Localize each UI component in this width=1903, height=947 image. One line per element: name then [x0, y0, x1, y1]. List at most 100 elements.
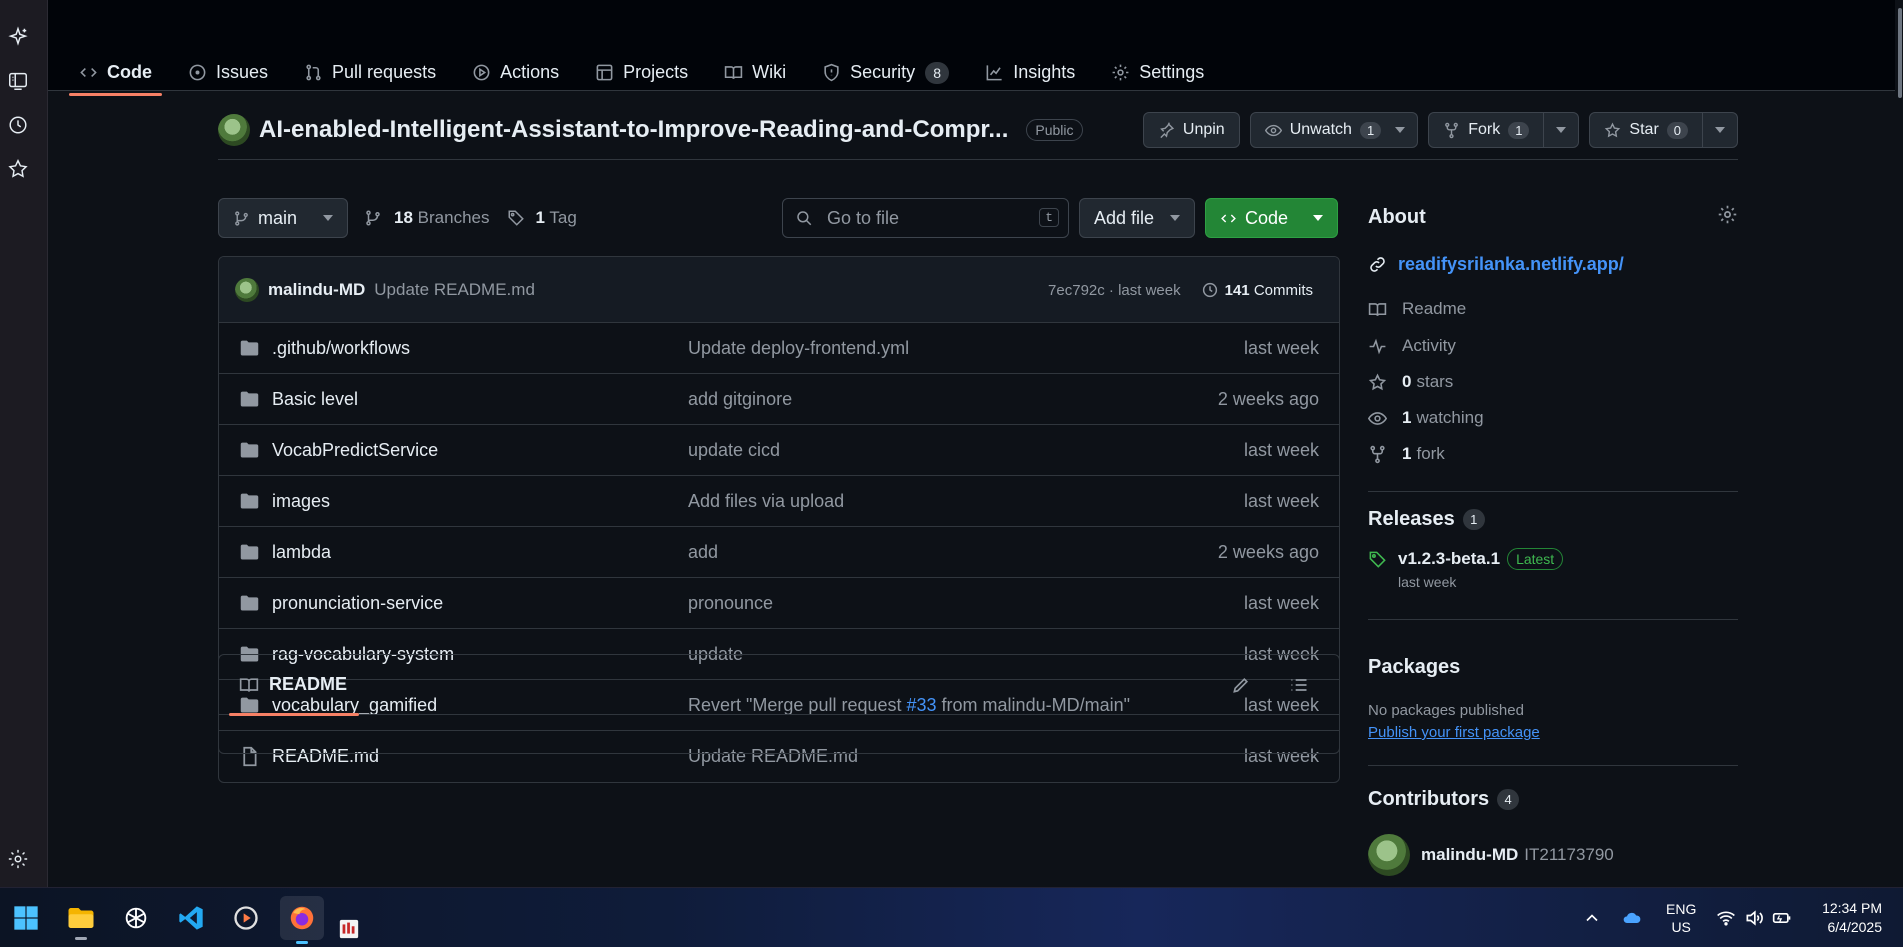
language-code: ENG — [1666, 901, 1697, 917]
tab-code[interactable]: Code — [69, 50, 162, 96]
history-icon[interactable] — [7, 114, 29, 136]
file-name[interactable]: VocabPredictService — [272, 440, 438, 461]
folder-icon — [240, 595, 259, 611]
file-date: last week — [1243, 592, 1319, 613]
tab-pull-requests[interactable]: Pull requests — [295, 50, 445, 95]
vscode-icon[interactable] — [173, 900, 209, 936]
wifi-icon — [1717, 911, 1735, 926]
file-name[interactable]: lambda — [272, 542, 331, 563]
sidebar-settings-icon[interactable] — [7, 848, 29, 870]
branch-selector[interactable]: main — [218, 198, 348, 238]
windows-start-icon[interactable] — [8, 900, 44, 936]
packages-heading[interactable]: Packages — [1368, 656, 1460, 679]
file-name[interactable]: images — [272, 491, 330, 512]
avatar[interactable] — [1368, 834, 1410, 876]
file-date: 2 weeks ago — [1217, 541, 1319, 562]
unpin-button[interactable]: Unpin — [1142, 112, 1240, 148]
file-commit-message[interactable]: update cicd — [688, 440, 780, 461]
tabs-sidebar-icon[interactable] — [7, 70, 29, 92]
owner-avatar[interactable] — [218, 114, 250, 146]
tab-actions[interactable]: Actions — [463, 50, 568, 95]
file-commit-message[interactable]: add — [688, 542, 718, 563]
commit-author[interactable]: malindu-MD — [268, 280, 365, 300]
table-row: VocabPredictService update cicd last wee… — [219, 425, 1339, 476]
star-dropdown[interactable] — [1702, 113, 1737, 147]
file-commit-message[interactable]: pronounce — [688, 593, 773, 614]
commit-message[interactable]: Update README.md — [374, 280, 535, 300]
releases-heading[interactable]: Releases 1 — [1368, 508, 1485, 531]
contributor-item[interactable]: malindu-MD IT21173790 — [1368, 834, 1614, 876]
chevron-down-icon — [1715, 127, 1725, 133]
media-player-icon[interactable] — [228, 900, 264, 936]
watching-link[interactable]: 1 watching — [1368, 408, 1484, 428]
stars-link[interactable]: 0 stars — [1368, 372, 1453, 392]
file-name[interactable]: Basic level — [272, 389, 358, 410]
repo-name[interactable]: AI-enabled-Intelligent-Assistant-to-Impr… — [259, 116, 1008, 144]
folder-icon — [240, 340, 259, 356]
add-file-button[interactable]: Add file — [1079, 198, 1195, 238]
outline-list-icon[interactable] — [1289, 675, 1309, 695]
commits-link[interactable]: 141 Commits — [1201, 281, 1313, 299]
readme-link[interactable]: Readme — [1368, 299, 1466, 319]
scrollbar-thumb[interactable] — [1898, 8, 1902, 98]
tab-insights[interactable]: Insights — [976, 50, 1084, 95]
file-explorer-icon[interactable] — [63, 900, 99, 940]
unwatch-dropdown[interactable] — [1395, 113, 1417, 147]
gear-icon — [1112, 64, 1129, 81]
file-commit-message[interactable]: add gitginore — [688, 389, 792, 410]
publish-package-link[interactable]: Publish your first package — [1368, 724, 1540, 741]
security-count-badge: 8 — [925, 61, 950, 84]
activity-link[interactable]: Activity — [1368, 336, 1456, 356]
commit-hash-time[interactable]: 7ec792c · last week — [1048, 282, 1181, 299]
firefox-icon[interactable] — [280, 896, 324, 944]
add-file-label: Add file — [1094, 207, 1155, 228]
folder-icon — [240, 442, 259, 458]
tab-security[interactable]: Security 8 — [813, 50, 958, 95]
ai-sparkle-icon[interactable] — [7, 26, 29, 48]
tab-issues[interactable]: Issues — [179, 50, 277, 95]
system-tray-icons[interactable] — [1716, 888, 1792, 947]
tab-projects[interactable]: Projects — [586, 50, 697, 95]
chatgpt-icon[interactable] — [118, 900, 154, 936]
language-indicator[interactable]: ENG US — [1666, 888, 1696, 947]
latest-release[interactable]: v1.2.3-beta.1 Latest last week — [1368, 548, 1564, 590]
gear-icon[interactable] — [1717, 204, 1738, 225]
unwatch-button[interactable]: Unwatch 1 — [1249, 112, 1419, 148]
file-commit-message[interactable]: Add files via upload — [688, 491, 844, 512]
readme-tab[interactable]: README — [228, 655, 360, 716]
star-button[interactable]: Star 0 — [1589, 112, 1738, 148]
bookmarks-star-icon[interactable] — [7, 158, 29, 180]
branches-link[interactable]: 18 Branches — [394, 208, 489, 228]
divider — [1368, 619, 1738, 620]
tab-code-label: Code — [107, 62, 152, 82]
watch-count: 1 — [1359, 121, 1382, 139]
tab-issues-label: Issues — [216, 62, 269, 82]
tab-settings[interactable]: Settings — [1102, 50, 1213, 95]
edit-pencil-icon[interactable] — [1231, 675, 1251, 695]
branches-count: 18 — [394, 208, 413, 227]
file-commit-message[interactable]: Update deploy-frontend.yml — [688, 338, 909, 359]
chevron-down-icon — [1313, 215, 1323, 221]
onedrive-icon[interactable] — [1622, 888, 1642, 947]
app-partial-icon[interactable] — [336, 916, 362, 942]
tab-settings-label: Settings — [1139, 62, 1205, 82]
author-avatar[interactable] — [235, 277, 259, 302]
forks-link[interactable]: 1 fork — [1368, 444, 1445, 464]
go-to-file-input[interactable]: Go to file t — [782, 198, 1069, 238]
clock-time: 12:34 PM — [1822, 900, 1882, 916]
file-date: last week — [1243, 337, 1319, 358]
code-button[interactable]: Code — [1205, 198, 1338, 238]
watching-label: watching — [1416, 408, 1484, 427]
fork-dropdown[interactable] — [1543, 113, 1578, 147]
page-scrollbar[interactable] — [1895, 0, 1903, 887]
file-name[interactable]: pronunciation-service — [272, 593, 443, 614]
fork-button[interactable]: Fork 1 — [1428, 112, 1580, 148]
show-hidden-icons[interactable] — [1582, 888, 1602, 947]
clock[interactable]: 12:34 PM 6/4/2025 — [1818, 888, 1882, 947]
tab-pull-requests-label: Pull requests — [332, 62, 437, 82]
contributors-heading[interactable]: Contributors 4 — [1368, 788, 1520, 811]
file-name[interactable]: .github/workflows — [272, 338, 410, 359]
tags-link[interactable]: 1 Tag — [535, 208, 576, 228]
homepage-link[interactable]: readifysrilanka.netlify.app/ — [1368, 254, 1624, 275]
tab-wiki[interactable]: Wiki — [715, 50, 795, 95]
